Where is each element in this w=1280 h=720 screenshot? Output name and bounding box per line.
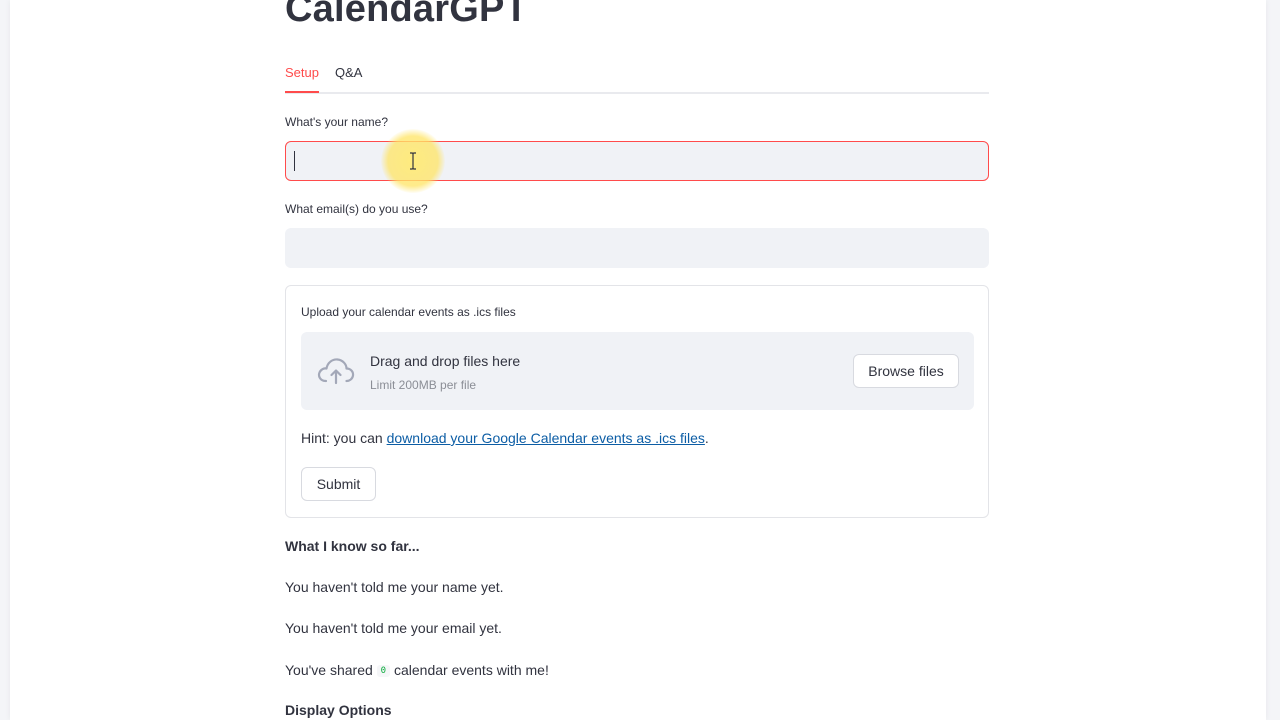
cloud-upload-icon xyxy=(317,358,355,385)
page-title: CalendarGPT xyxy=(285,0,528,30)
name-label: What's your name? xyxy=(285,115,389,129)
events-prefix: You've shared xyxy=(285,662,377,678)
google-calendar-export-link[interactable]: download your Google Calendar events as … xyxy=(387,430,705,446)
tab-setup[interactable]: Setup xyxy=(285,65,319,81)
upload-label: Upload your calendar events as .ics file… xyxy=(301,305,516,319)
email-status: You haven't told me your email yet. xyxy=(285,620,502,636)
active-tab-indicator xyxy=(285,91,319,93)
dropzone-limit: Limit 200MB per file xyxy=(370,378,477,392)
submit-button[interactable]: Submit xyxy=(301,467,376,501)
events-status: You've shared 0 calendar events with me! xyxy=(285,661,549,680)
events-count: 0 xyxy=(376,665,391,677)
hint-text: Hint: you can download your Google Calen… xyxy=(301,429,709,447)
name-status: You haven't told me your name yet. xyxy=(285,579,504,595)
tab-bar: Setup Q&A xyxy=(285,62,989,94)
summary-heading: What I know so far... xyxy=(285,538,420,554)
events-suffix: calendar events with me! xyxy=(390,662,549,678)
text-caret xyxy=(294,151,295,171)
hint-prefix: Hint: you can xyxy=(301,430,387,446)
display-options-heading: Display Options xyxy=(285,702,392,718)
email-label: What email(s) do you use? xyxy=(285,202,428,216)
dropzone-title: Drag and drop files here xyxy=(370,353,521,369)
file-dropzone[interactable]: Drag and drop files here Limit 200MB per… xyxy=(301,332,974,410)
email-input[interactable] xyxy=(285,228,989,268)
name-input[interactable] xyxy=(285,141,989,181)
hint-suffix: . xyxy=(704,430,709,446)
tab-qa[interactable]: Q&A xyxy=(335,65,362,81)
browse-files-button[interactable]: Browse files xyxy=(853,354,959,388)
